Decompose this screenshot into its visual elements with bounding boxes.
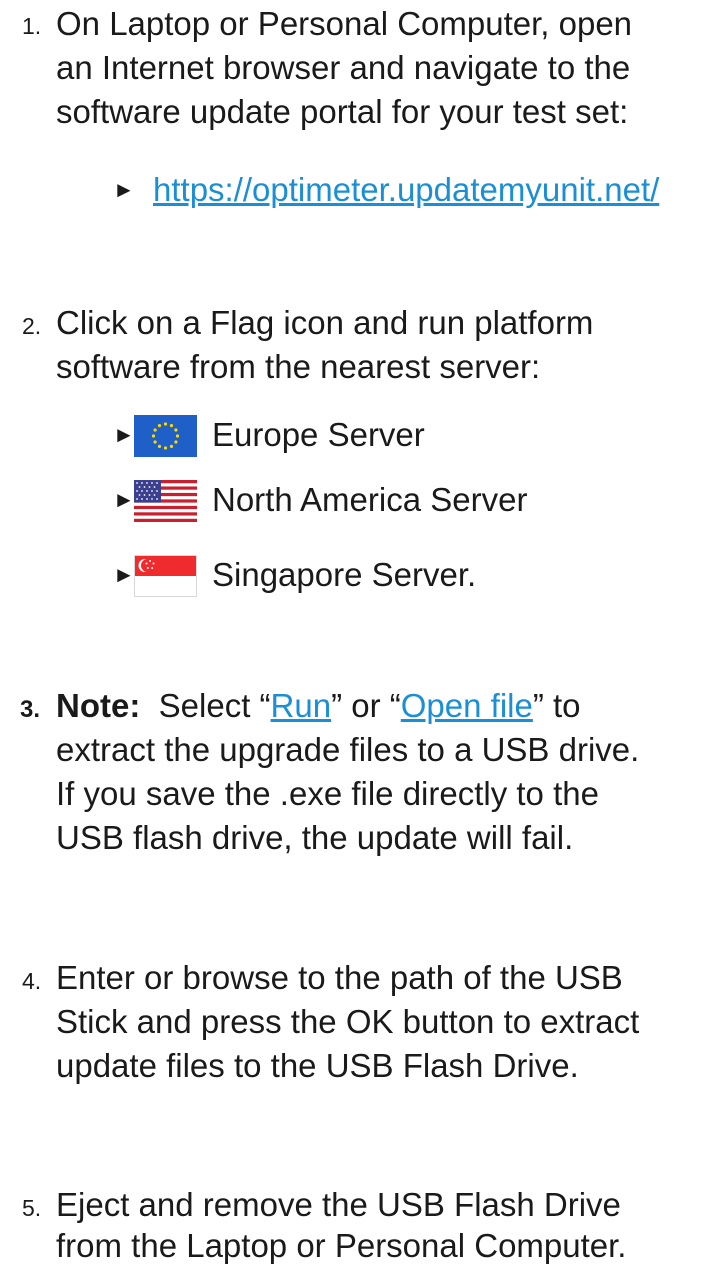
step-text-line: Enter or browse to the path of the USB <box>56 959 623 996</box>
step-text-line: Stick and press the OK button to extract <box>56 1003 640 1040</box>
server-label: Europe Server <box>212 416 425 453</box>
step-text-line: If you save the .exe file directly to th… <box>56 775 599 812</box>
step-text-line: extract the upgrade files to a USB drive… <box>56 731 640 768</box>
step-text-line: software update portal for your test set… <box>56 93 629 130</box>
step-text-line: USB flash drive, the update will fail. <box>56 819 574 856</box>
portal-link-item: ► https://optimeter.updatemyunit.net/ <box>0 168 726 212</box>
bullet-arrow-icon: ► <box>113 487 135 512</box>
note-first-line: Note: Select “Run” or “Open file” to <box>56 684 581 728</box>
open-file-link[interactable]: Open file <box>401 687 533 724</box>
portal-link[interactable]: https://optimeter.updatemyunit.net/ <box>153 168 659 212</box>
step-number: 1. <box>22 13 42 39</box>
server-item-singapore[interactable]: ► Singapore Server. <box>0 553 726 597</box>
bullet-arrow-icon: ► <box>113 562 135 587</box>
bullet-arrow-icon: ► <box>113 422 135 447</box>
step-number: 5. <box>22 1195 42 1221</box>
step-text-line: an Internet browser and navigate to the <box>56 49 631 86</box>
step-text-line: update files to the USB Flash Drive. <box>56 1047 579 1084</box>
step-number: 3. <box>20 696 41 723</box>
us-flag-icon[interactable] <box>134 480 197 522</box>
server-item-north-america[interactable]: ► North America Server <box>0 478 726 522</box>
sg-flag-icon[interactable] <box>134 555 197 597</box>
step-number: 4. <box>22 968 42 994</box>
step-text-line: from the Laptop or Personal Computer. <box>56 1227 627 1264</box>
server-label: Singapore Server. <box>212 556 477 593</box>
step-text-line: On Laptop or Personal Computer, open <box>56 5 633 42</box>
step-number: 2. <box>22 313 42 339</box>
server-label: North America Server <box>212 481 528 518</box>
bullet-arrow-icon: ► <box>113 177 135 202</box>
step-text-line: Click on a Flag icon and run platform <box>56 304 594 341</box>
note-label: Note: <box>56 687 141 724</box>
step-text-line: Eject and remove the USB Flash Drive <box>56 1186 621 1223</box>
run-link[interactable]: Run <box>271 687 332 724</box>
server-item-europe[interactable]: ► Europe Server <box>0 413 726 457</box>
note-text: ” to <box>532 687 581 724</box>
step-text-line: software from the nearest server: <box>56 348 541 385</box>
note-text: ” or “ <box>331 687 401 724</box>
eu-flag-icon[interactable] <box>134 415 197 457</box>
note-text: Select “ <box>140 687 271 724</box>
